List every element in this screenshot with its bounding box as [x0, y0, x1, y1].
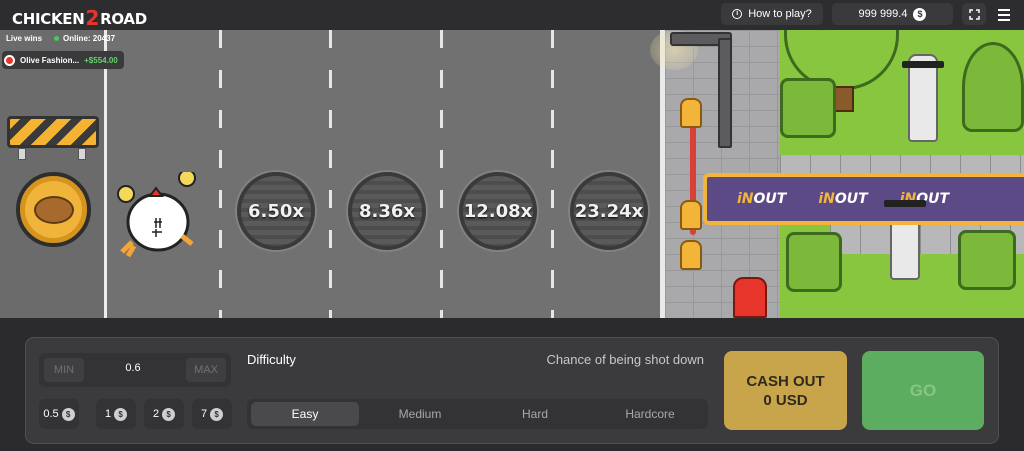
game-logo: CHICKEN2ROAD — [12, 6, 147, 30]
difficulty-hard[interactable]: Hard — [481, 402, 589, 426]
live-win-item: Olive Fashion... +$554.00 — [2, 51, 124, 69]
road-barrier — [7, 116, 99, 148]
manhole-lane-4: 23.24x — [570, 172, 648, 250]
game-root: CHICKEN2ROAD i How to play? 999 999.4 $ … — [0, 0, 1024, 451]
difficulty-easy[interactable]: Easy — [251, 402, 359, 426]
lane-line — [551, 30, 554, 318]
multiplier-label: 8.36x — [358, 200, 416, 222]
win-amount: +$554.00 — [84, 55, 118, 65]
bush-icon — [958, 230, 1016, 290]
go-button[interactable]: GO — [862, 351, 984, 430]
quick-bet-chip[interactable]: 2 $ — [144, 399, 184, 429]
chicken-character-icon — [117, 172, 196, 258]
how-to-play-label: How to play? — [748, 8, 812, 20]
online-dot-icon — [54, 36, 59, 41]
min-bet-button[interactable]: MIN — [44, 358, 84, 382]
chance-label: Chance of being shot down — [546, 352, 704, 367]
barrier-leg — [78, 148, 86, 160]
bush-icon — [786, 232, 842, 292]
difficulty-hardcore[interactable]: Hardcore — [596, 402, 704, 426]
live-wins-label: Live wins — [6, 34, 43, 43]
rope-post-icon — [680, 200, 702, 230]
manhole-lane-3: 12.08x — [459, 172, 537, 250]
info-icon: i — [732, 9, 743, 19]
dollar-coin-icon: $ — [210, 407, 224, 421]
dollar-coin-icon: $ — [61, 407, 75, 421]
manhole-lane-1: 6.50x — [237, 172, 315, 250]
cash-out-button[interactable]: CASH OUT 0 USD — [724, 351, 847, 430]
fullscreen-button[interactable] — [962, 3, 986, 25]
how-to-play-button[interactable]: i How to play? — [721, 3, 823, 25]
bet-amount-input[interactable]: 0.6 — [100, 362, 166, 374]
win-player: Olive Fashion... — [20, 55, 80, 65]
lane-line — [440, 30, 443, 318]
multiplier-label: 12.08x — [463, 200, 533, 222]
barrier-leg — [18, 148, 26, 160]
quick-bet-chip[interactable]: 7 $ — [192, 399, 232, 429]
avatar — [4, 54, 15, 66]
multiplier-label: 6.50x — [247, 200, 305, 222]
balance-value: 999 999.4 — [858, 8, 908, 20]
difficulty-label: Difficulty — [247, 352, 296, 367]
gold-manhole-roast-chicken-icon — [16, 172, 91, 247]
fire-hydrant-icon — [733, 277, 767, 318]
balance-display: 999 999.4 $ — [832, 3, 953, 25]
quick-bet-chip[interactable]: 1 $ — [96, 399, 136, 429]
bush-icon — [780, 78, 836, 138]
game-area: Live wins Online: 20437 Olive Fashion...… — [0, 30, 1024, 318]
difficulty-medium[interactable]: Medium — [366, 402, 474, 426]
top-bar: CHICKEN2ROAD i How to play? 999 999.4 $ — [0, 0, 1024, 30]
dollar-coin-icon: $ — [162, 407, 176, 421]
multiplier-label: 23.24x — [574, 200, 644, 222]
sunglasses-icon — [884, 200, 926, 207]
banner-logo: iNOUT — [818, 191, 868, 207]
dollar-coin-icon: $ — [913, 7, 927, 21]
lane-line — [104, 30, 107, 318]
quick-bet-chip[interactable]: 0.5 $ — [39, 399, 79, 429]
banner-logo: iNOUT — [737, 191, 787, 207]
fullscreen-icon — [968, 8, 980, 20]
lane-line — [329, 30, 332, 318]
manhole-lane-2: 8.36x — [348, 172, 426, 250]
roast-chicken-icon — [33, 195, 74, 224]
dollar-coin-icon: $ — [114, 407, 128, 421]
street-lamp-icon — [718, 38, 732, 148]
sunglasses-icon — [902, 61, 944, 68]
rope-post-icon — [680, 98, 702, 128]
menu-button[interactable] — [994, 6, 1014, 24]
lane-line — [219, 30, 222, 318]
rope-post-icon — [680, 240, 702, 270]
cone-tree-icon — [962, 42, 1024, 132]
max-bet-button[interactable]: MAX — [186, 358, 226, 382]
inout-banner: iNOUT iNOUT iNOUT — [703, 173, 1024, 225]
online-count: Online: 20437 — [54, 34, 115, 43]
